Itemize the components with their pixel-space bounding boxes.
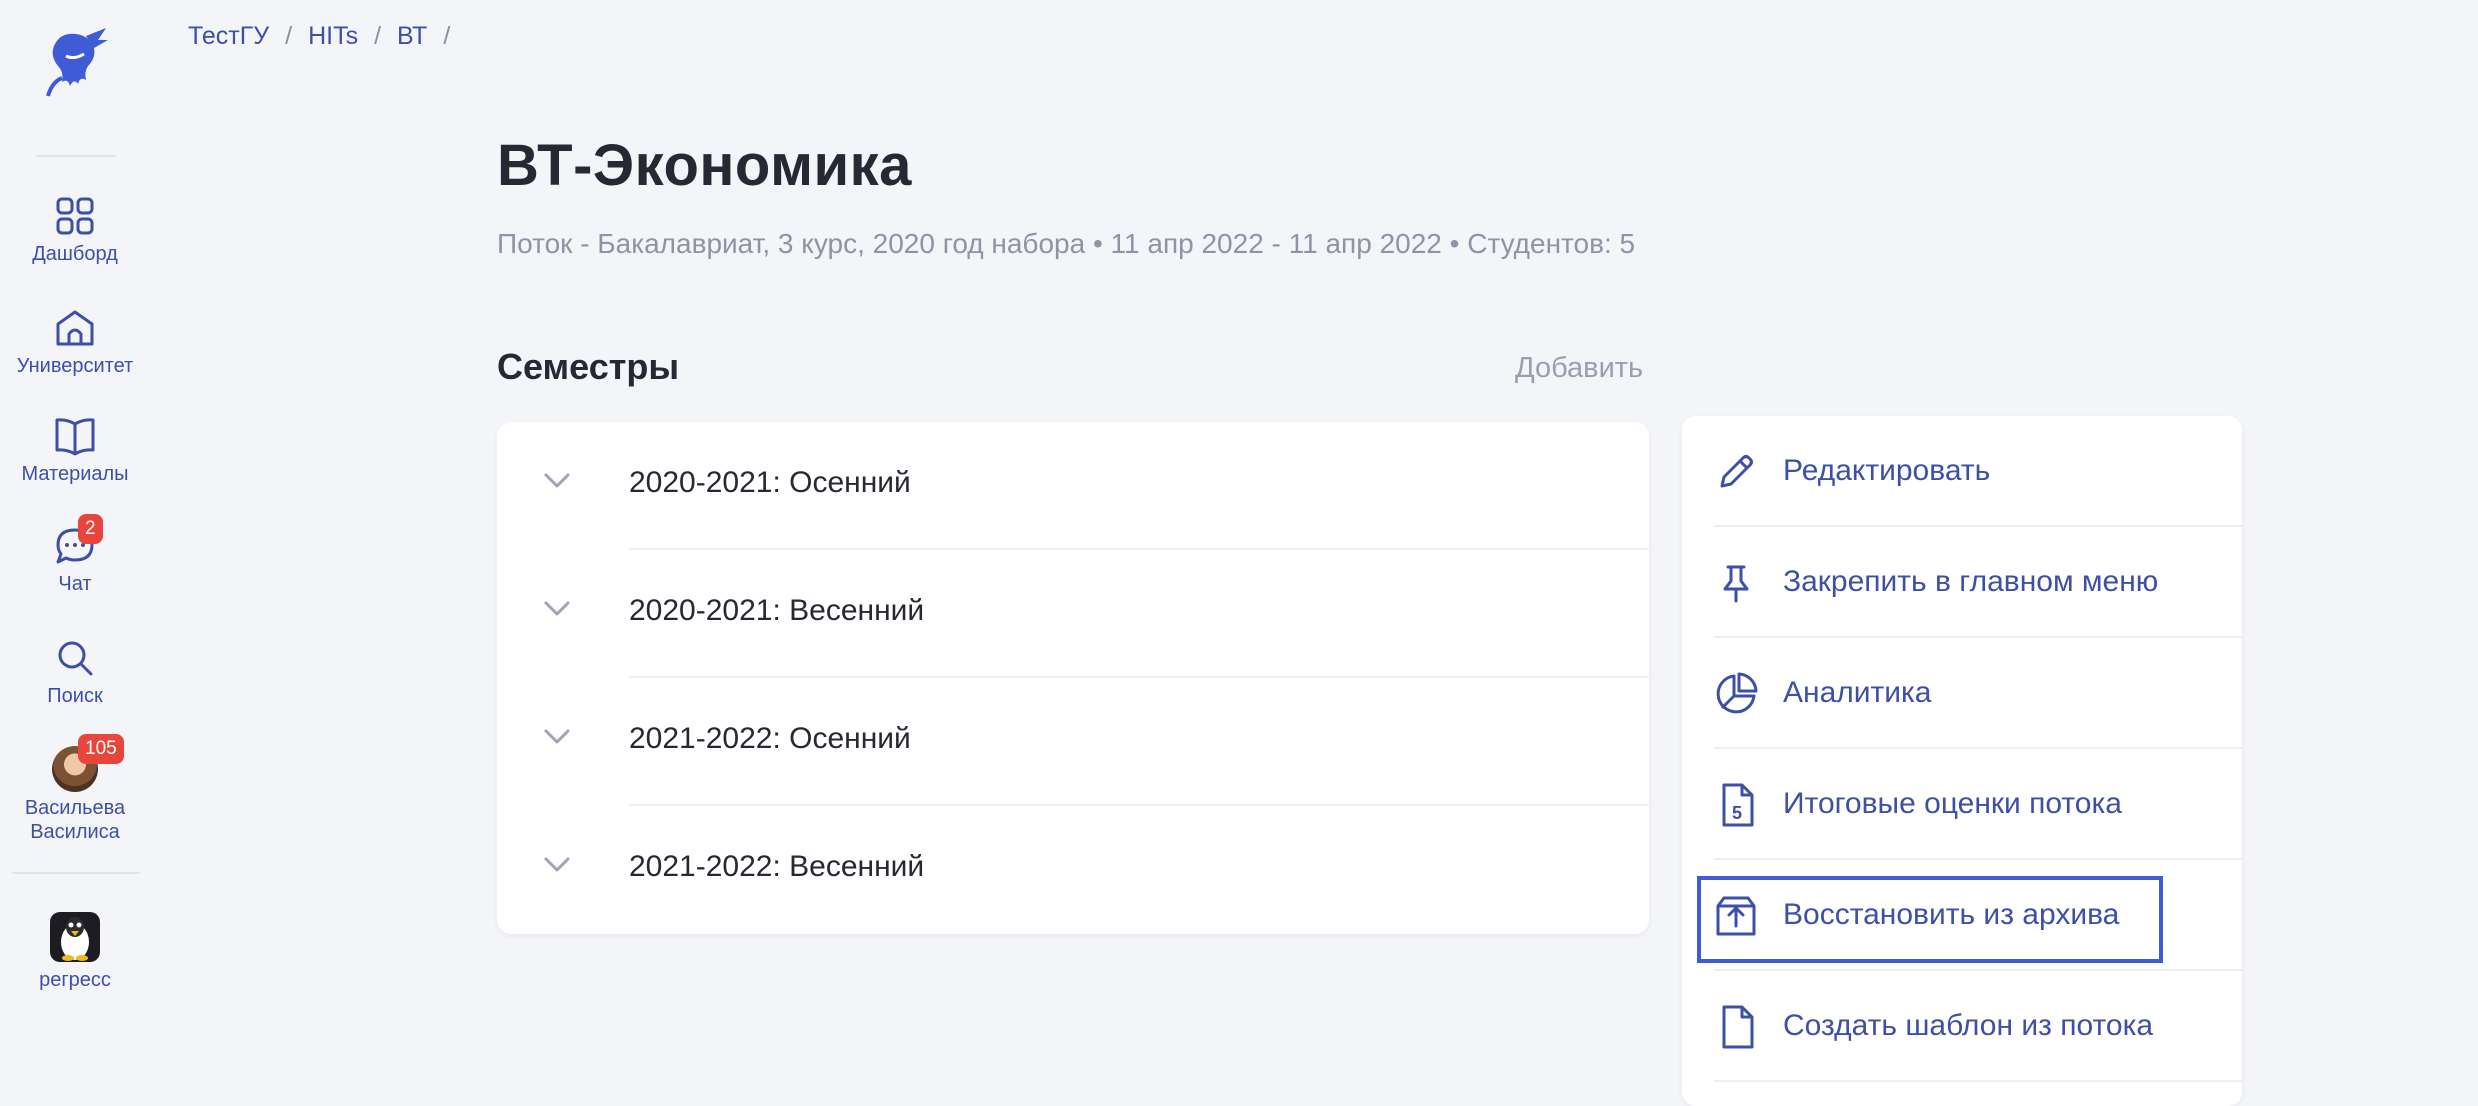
sidebar-item-label: Чат [58, 573, 92, 595]
breadcrumb-separator: / [374, 22, 382, 50]
logo-icon[interactable] [40, 26, 110, 98]
sidebar-item-chat[interactable]: 2 Чат [0, 514, 150, 596]
semesters-list: 2020-2021: Осенний 2020-2021: Весенний 2… [497, 422, 1649, 934]
actions-panel: Редактировать Закрепить в главном меню А… [1682, 416, 2242, 1106]
sidebar-item-materials[interactable]: Материалы [0, 416, 150, 486]
page-title: ВТ-Экономика [497, 133, 912, 198]
sidebar-item-regress[interactable]: регресс [0, 912, 150, 992]
action-label: Аналитика [1783, 676, 1932, 709]
analytics-action[interactable]: Аналитика [1682, 638, 2242, 749]
svg-text:5: 5 [1732, 803, 1742, 823]
profile-notification-badge: 105 [78, 734, 124, 764]
sidebar-divider [36, 155, 116, 157]
university-icon [56, 310, 94, 346]
action-label: Редактировать [1783, 454, 1991, 487]
pin-action[interactable]: Закрепить в главном меню [1682, 527, 2242, 638]
chat-unread-badge: 2 [78, 514, 103, 544]
final-grades-action[interactable]: 5 Итоговые оценки потока [1682, 749, 2242, 860]
chevron-down-icon [544, 473, 570, 488]
sidebar-divider [12, 872, 140, 874]
action-label: Создать шаблон из потока [1783, 1009, 2154, 1042]
sidebar-item-profile[interactable]: 105 Васильева Василиса [0, 734, 150, 844]
sidebar-item-dashboard[interactable]: Дашборд [0, 196, 150, 266]
page-subtitle: Поток - Бакалавриат, 3 курс, 2020 год на… [497, 228, 1636, 259]
sidebar-item-label: Дашборд [32, 243, 118, 265]
semester-row[interactable]: 2021-2022: Осенний [497, 678, 1649, 806]
penguin-app-icon [50, 912, 100, 962]
semester-row[interactable]: 2020-2021: Весенний [497, 550, 1649, 678]
breadcrumb: ТестГУ / HITs / ВТ / [188, 22, 466, 51]
grade-file-icon: 5 [1722, 783, 1754, 827]
semester-label: 2021-2022: Весенний [629, 850, 925, 883]
semester-label: 2020-2021: Осенний [629, 466, 911, 499]
breadcrumb-separator: / [285, 22, 293, 50]
semesters-title: Семестры [497, 346, 680, 387]
profile-name-last: Василиса [30, 821, 120, 843]
focus-highlight [1697, 876, 2163, 963]
chevron-down-icon [544, 729, 570, 744]
sidebar-item-label: регресс [39, 969, 111, 991]
semester-row[interactable]: 2020-2021: Осенний [497, 422, 1649, 550]
book-icon [55, 418, 95, 456]
breadcrumb-separator: / [443, 22, 451, 50]
profile-name-first: Васильева [24, 797, 126, 819]
search-icon [58, 641, 93, 676]
grid-icon [56, 197, 94, 235]
sidebar-item-search[interactable]: Поиск [0, 638, 150, 708]
semester-row[interactable]: 2021-2022: Весенний [497, 806, 1649, 934]
pencil-icon [1720, 455, 1753, 488]
sidebar-item-university[interactable]: Университет [0, 308, 150, 378]
edit-action[interactable]: Редактировать [1682, 416, 2242, 527]
breadcrumb-item[interactable]: ВТ [397, 22, 427, 51]
create-template-action[interactable]: Создать шаблон из потока [1682, 971, 2242, 1082]
sidebar-item-label: Университет [16, 355, 134, 377]
action-label: Закрепить в главном меню [1783, 565, 2159, 598]
sidebar: Дашборд Университет Материалы 2 Чат Поис… [0, 0, 150, 1092]
action-label: Итоговые оценки потока [1783, 787, 2122, 820]
breadcrumb-item[interactable]: HITs [308, 22, 358, 51]
sidebar-item-label: Материалы [21, 463, 129, 485]
row-divider [1714, 1080, 2242, 1082]
chevron-down-icon [544, 857, 570, 872]
semester-label: 2020-2021: Весенний [629, 594, 925, 627]
chevron-down-icon [544, 601, 570, 616]
sidebar-item-label: Поиск [47, 685, 103, 707]
pie-chart-icon [1716, 672, 1758, 714]
add-semester-button[interactable]: Добавить [1515, 352, 1643, 385]
semester-label: 2021-2022: Осенний [629, 722, 911, 755]
breadcrumb-item[interactable]: ТестГУ [188, 22, 269, 51]
pin-icon [1723, 565, 1749, 603]
file-icon [1722, 1005, 1754, 1049]
